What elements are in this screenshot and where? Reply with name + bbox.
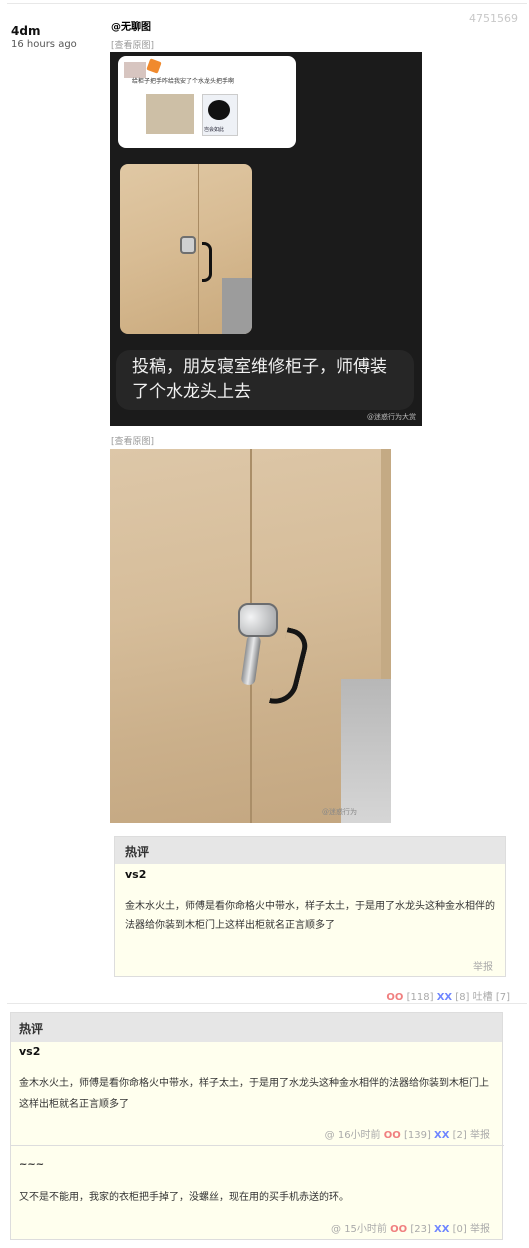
post-title[interactable]: @无聊图: [111, 18, 151, 33]
xx-count: [0]: [452, 1224, 467, 1235]
image-watermark-2: @迷惑行为: [322, 808, 357, 816]
floor-tiles: [341, 679, 391, 823]
caption-box: 投稿，朋友寝室维修柜子，师傅装了个水龙头上去: [116, 350, 414, 410]
xx-button[interactable]: XX: [437, 992, 452, 1003]
embedded-post-text: 给柜子把手咋给我安了个水龙头把手啊: [132, 78, 235, 85]
oo-button[interactable]: OO: [384, 1130, 401, 1141]
view-original-label-2[interactable]: 查看原图: [115, 437, 151, 447]
oo-count: [118]: [406, 992, 434, 1003]
comment-body: 金木水火土，师傅是看你命格火中带水，样子太土，于是用了水龙头这种金水相伴的法器给…: [19, 1078, 489, 1110]
post-image-2[interactable]: @迷惑行为: [110, 449, 391, 823]
view-original-link-2[interactable]: [查看原图]: [111, 434, 154, 447]
hot-comments-panel: 热评 vs2 金木水火土，师傅是看你命格火中带水，样子太土，于是用了水龙头这种金…: [10, 1012, 504, 1240]
comment-author[interactable]: vs2: [125, 868, 146, 881]
image-caption: 投稿，朋友寝室维修柜子，师傅装了个水龙头上去: [132, 357, 387, 402]
xx-count: [8]: [455, 992, 470, 1003]
comment-body: 又不是不能用，我家的衣柜把手掉了，没螺丝，现在用的买手机赤送的环。: [19, 1192, 349, 1203]
meme-text: 岂会如此: [204, 127, 225, 133]
black-handle: [268, 627, 312, 709]
oo-button[interactable]: OO: [390, 1224, 407, 1235]
post-stats: OO [118] XX [8] 吐槽 [7]: [386, 988, 510, 1003]
post-id: 4751569: [469, 12, 518, 25]
report-link[interactable]: 举报: [470, 1130, 490, 1141]
post-author[interactable]: 4dm: [11, 24, 40, 38]
floor-tiles: [222, 278, 252, 334]
comment-body: 金木水火土，师傅是看你命格火中带水，样子太土，于是用了水龙头这种金水相伴的法器给…: [125, 901, 495, 931]
oo-count: [139]: [403, 1130, 431, 1141]
faucet-handle: [180, 236, 196, 254]
comment-meta: @ 16小时前 OO [139] XX [2] 举报: [325, 1126, 490, 1141]
comment-time: 15小时前: [344, 1224, 387, 1235]
report-link[interactable]: 举报: [470, 1224, 490, 1235]
image-watermark: @迷惑行为大赏: [367, 413, 416, 421]
door-seam: [198, 164, 199, 334]
comment-separator: [11, 1145, 504, 1146]
oo-count: [23]: [410, 1224, 431, 1235]
xx-count: [2]: [452, 1130, 467, 1141]
report-link[interactable]: 举报: [473, 958, 493, 973]
post-time: 16 hours ago: [11, 39, 77, 50]
top-divider: [7, 3, 527, 4]
comment-time: 16小时前: [337, 1130, 381, 1141]
wall-edge: [381, 449, 391, 709]
embedded-thumbnail: [146, 94, 194, 134]
black-handle: [202, 242, 212, 282]
comment-meta: @ 15小时前 OO [23] XX [0] 举报: [331, 1220, 490, 1235]
xx-button[interactable]: XX: [434, 1130, 449, 1141]
faucet-head: [238, 603, 278, 637]
comment-author[interactable]: ~~~: [19, 1159, 44, 1170]
view-original-link[interactable]: [查看原图]: [111, 38, 154, 51]
reply-at-icon[interactable]: @: [331, 1224, 341, 1235]
post-image-1[interactable]: 给柜子把手咋给我安了个水龙头把手啊 岂会如此 投稿，朋友寝室维修柜子，师傅装了个…: [110, 52, 422, 426]
hot-comments-header: 热评: [11, 1013, 502, 1042]
meme-face-icon: [208, 100, 230, 120]
faucet-lever: [240, 634, 262, 686]
hot-comment-header: 热评: [115, 837, 505, 864]
oo-button[interactable]: OO: [386, 992, 403, 1003]
inline-hot-comment: 热评 vs2 金木水火土，师傅是看你命格火中带水，样子太土，于是用了水龙头这种金…: [114, 836, 506, 977]
view-original-label[interactable]: 查看原图: [115, 41, 151, 51]
embedded-post-screenshot: 给柜子把手咋给我安了个水龙头把手啊 岂会如此: [118, 56, 296, 148]
xx-button[interactable]: XX: [434, 1224, 449, 1235]
sticker-icon: [146, 58, 162, 74]
tucao-link[interactable]: 吐槽 [7]: [473, 992, 510, 1003]
cabinet-photo-small: [120, 164, 252, 334]
post-divider: [7, 1003, 527, 1004]
comment-author[interactable]: vs2: [19, 1045, 40, 1058]
reply-at-icon[interactable]: @: [325, 1130, 335, 1141]
